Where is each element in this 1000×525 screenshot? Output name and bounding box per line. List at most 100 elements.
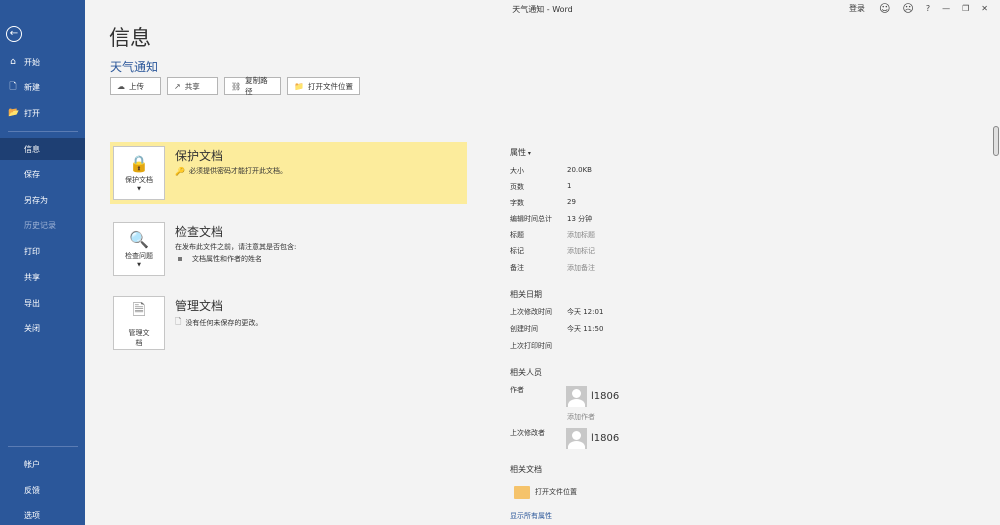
bullet-icon — [178, 257, 182, 261]
lock-icon: 🔒 — [129, 154, 149, 173]
manage-document-button[interactable]: 🗎 管理文 档 — [113, 296, 165, 350]
sidebar-item-save-as[interactable]: 另存为 — [0, 189, 85, 211]
sidebar-item-history: 历史记录 — [0, 214, 85, 236]
key-icon: 🔑 — [175, 166, 185, 176]
share-button[interactable]: ↗ 共享 — [167, 77, 218, 95]
sidebar-item-label: 帐户 — [24, 459, 40, 469]
protect-document-desc-text: 必须提供密码才能打开此文档。 — [188, 167, 287, 175]
author-name: l1806 — [591, 391, 620, 402]
sidebar-item-new[interactable]: 🗋 新建 — [0, 76, 85, 98]
new-document-icon: 🗋 — [9, 82, 17, 92]
sidebar-item-open[interactable]: 📂 打开 — [0, 102, 85, 124]
protect-document-button[interactable]: 🔒 保护文档 ▼ — [113, 146, 165, 200]
open-folder-icon: 📂 — [8, 108, 20, 118]
open-file-location-button[interactable]: 📁 打开文件位置 — [287, 77, 360, 95]
add-author-link[interactable]: 添加作者 — [567, 412, 595, 422]
inspect-document-desc-text: 在发布此文件之前，请注意其是否包含: — [175, 243, 297, 251]
document-actions: ☁ 上传 ↗ 共享 ⛓ 复制路径 📁 打开文件位置 — [110, 76, 360, 96]
document-icon: 🗋 — [175, 317, 182, 326]
minimize-icon[interactable]: — — [942, 4, 950, 13]
related-people-title: 相关人员 — [510, 368, 542, 377]
prop-key: 上次修改时间 — [510, 308, 552, 316]
inspect-document-panel: 🔍 检查问题 ▼ 检查文档 在发布此文件之前，请注意其是否包含: 文档属性和作者… — [110, 218, 467, 280]
sidebar-item-export[interactable]: 导出 — [0, 292, 85, 314]
back-arrow-icon[interactable]: ← — [6, 26, 22, 42]
protect-document-desc: 🔑 必须提供密码才能打开此文档。 — [175, 166, 287, 176]
add-title-field[interactable]: 添加标题 — [567, 230, 595, 240]
prop-key: 上次打印时间 — [510, 342, 552, 350]
add-comments-field[interactable]: 添加备注 — [567, 263, 595, 273]
sidebar-item-label: 保存 — [24, 169, 40, 179]
link-icon: ⛓ — [231, 81, 242, 91]
sidebar-item-info[interactable]: 信息 — [0, 138, 85, 160]
close-icon[interactable]: ✕ — [981, 4, 988, 13]
last-modified-by-name: l1806 — [591, 433, 620, 444]
sidebar-item-label: 导出 — [24, 298, 40, 308]
sidebar-item-label: 开始 — [24, 57, 40, 67]
chevron-down-icon: ▾ — [526, 150, 531, 157]
manage-document-icon: 🗎 — [132, 299, 146, 319]
prop-key: 字数 — [510, 199, 524, 207]
sidebar-item-save[interactable]: 保存 — [0, 163, 85, 185]
copy-path-label: 复制路径 — [245, 76, 268, 96]
folder-icon[interactable] — [514, 486, 530, 499]
manage-document-panel: 🗎 管理文 档 管理文档 🗋 没有任何未保存的更改。 — [110, 292, 467, 354]
backstage-sidebar: ← ⌂ 开始 🗋 新建 📂 打开 信息 保存 另存为 历史记录 打印 共享 导出… — [0, 0, 85, 525]
prop-key: 标题 — [510, 231, 524, 239]
folder-icon: 📁 — [294, 81, 304, 91]
prop-key: 作者 — [510, 386, 524, 394]
prop-value: 29 — [567, 198, 576, 206]
properties-title: 属性 — [510, 148, 526, 157]
upload-label: 上传 — [129, 81, 144, 91]
sidebar-item-account[interactable]: 帐户 — [0, 453, 85, 475]
frown-feedback-icon[interactable]: ☹ — [902, 3, 913, 14]
sidebar-item-label: 信息 — [24, 144, 40, 154]
open-file-location-label: 打开文件位置 — [307, 81, 353, 91]
related-dates-title: 相关日期 — [510, 290, 542, 299]
last-modified-by-person[interactable]: l1806 — [566, 428, 619, 449]
show-all-properties-link[interactable]: 显示所有属性 — [510, 511, 552, 521]
scrollbar-thumb[interactable] — [993, 126, 999, 156]
sidebar-item-label: 选项 — [24, 510, 40, 520]
sidebar-item-options[interactable]: 选项 — [0, 504, 85, 525]
sign-in-link[interactable]: 登录 — [849, 3, 865, 14]
sidebar-item-label: 共享 — [24, 272, 40, 282]
chevron-down-icon: ▼ — [137, 262, 141, 268]
check-for-issues-button[interactable]: 🔍 检查问题 ▼ — [113, 222, 165, 276]
manage-document-label-line1: 管理文 — [128, 328, 150, 337]
home-icon: ⌂ — [10, 57, 16, 67]
smile-feedback-icon[interactable]: ☺ — [879, 3, 890, 14]
sidebar-item-label: 新建 — [24, 82, 40, 92]
manage-document-desc-text: 没有任何未保存的更改。 — [185, 319, 263, 327]
open-file-location-link[interactable]: 打开文件位置 — [535, 487, 577, 497]
page-title: 信息 — [109, 26, 151, 50]
inspect-icon: 🔍 — [129, 230, 149, 249]
sidebar-item-print[interactable]: 打印 — [0, 240, 85, 262]
sidebar-item-home[interactable]: ⌂ 开始 — [0, 51, 85, 73]
restore-icon[interactable]: ❐ — [962, 4, 969, 13]
sidebar-item-feedback[interactable]: 反馈 — [0, 479, 85, 501]
copy-path-button[interactable]: ⛓ 复制路径 — [224, 76, 281, 96]
upload-button[interactable]: ☁ 上传 — [110, 77, 161, 95]
prop-value: 今天 12:01 — [567, 308, 604, 316]
related-documents-title: 相关文档 — [510, 465, 542, 474]
share-icon: ↗ — [174, 81, 181, 91]
sidebar-divider — [8, 131, 78, 132]
prop-key: 备注 — [510, 264, 524, 272]
sidebar-item-label: 打印 — [24, 246, 40, 256]
properties-header[interactable]: 属性 ▾ — [510, 147, 531, 158]
prop-value: 20.0KB — [567, 166, 592, 174]
inspect-document-desc: 在发布此文件之前，请注意其是否包含: — [175, 242, 296, 252]
author-person[interactable]: l1806 — [566, 386, 619, 407]
inspect-bullet: 文档属性和作者的姓名 — [178, 254, 262, 264]
help-icon[interactable]: ? — [926, 4, 930, 13]
share-label: 共享 — [184, 81, 200, 91]
manage-document-label-line2: 档 — [135, 338, 143, 347]
prop-value: 1 — [567, 182, 572, 190]
chevron-down-icon: ▼ — [137, 186, 141, 192]
sidebar-item-close[interactable]: 关闭 — [0, 317, 85, 339]
protect-document-title: 保护文档 — [175, 149, 224, 163]
sidebar-item-share[interactable]: 共享 — [0, 266, 85, 288]
inspect-bullet-text: 文档属性和作者的姓名 — [192, 255, 262, 263]
add-tags-field[interactable]: 添加标记 — [567, 246, 595, 256]
